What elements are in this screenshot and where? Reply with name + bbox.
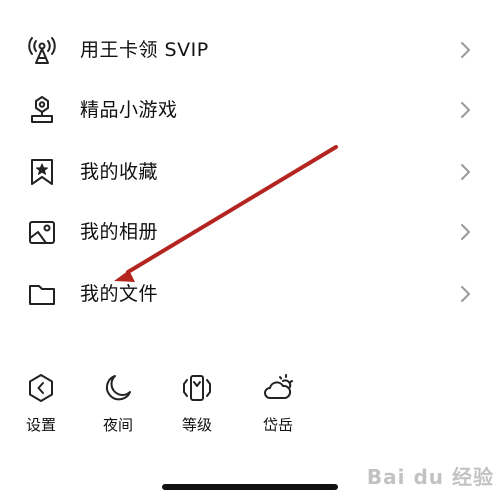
app-screen: 用王卡领 SVIP 精品小游戏 我的收藏 我的相册 我的文件 设置 夜间 等级 …: [0, 0, 500, 500]
game-controller-icon: [31, 96, 53, 123]
chevron-right-icon: [461, 42, 470, 58]
chevron-right-icon: [461, 224, 470, 240]
menu-item-favorites[interactable]: 我的收藏: [0, 146, 500, 198]
bottom-item-label: 等级: [181, 416, 212, 434]
home-indicator[interactable]: [162, 484, 338, 490]
level-phone-icon: [183, 375, 211, 401]
watermark-text: Bai du 经验: [366, 465, 494, 489]
menu-item-label: 我的文件: [80, 283, 159, 305]
menu-item-album[interactable]: 我的相册: [0, 206, 500, 258]
menu-item-my-files[interactable]: 我的文件: [0, 268, 500, 320]
bottom-item-level[interactable]: 等级: [167, 372, 227, 442]
chevron-right-icon: [461, 286, 470, 302]
bottom-item-label: 岱岳: [262, 416, 293, 434]
folder-icon: [29, 285, 55, 305]
weather-cloud-sun-icon: [264, 374, 293, 399]
bottom-item-weather[interactable]: 岱岳: [248, 372, 308, 442]
broadcast-tower-icon: [28, 37, 56, 64]
baidu-jingyan-watermark: Bai du 经验: [367, 461, 494, 490]
bottom-item-label: 夜间: [102, 416, 133, 434]
menu-item-label: 用王卡领 SVIP: [80, 39, 209, 61]
menu-item-wangka-svip[interactable]: 用王卡领 SVIP: [0, 24, 500, 76]
chevron-right-icon: [461, 164, 470, 180]
bottom-item-settings[interactable]: 设置: [11, 372, 71, 442]
moon-icon: [105, 375, 131, 401]
photo-album-icon: [29, 221, 55, 244]
menu-item-label: 我的收藏: [80, 161, 159, 183]
menu-item-label: 我的相册: [80, 221, 159, 243]
settings-hexagon-icon: [29, 374, 53, 402]
bottom-item-night-mode[interactable]: 夜间: [88, 372, 148, 442]
chevron-right-icon: [461, 102, 470, 118]
bookmark-star-icon: [31, 159, 53, 185]
bottom-item-label: 设置: [25, 416, 56, 434]
menu-item-label: 精品小游戏: [80, 99, 178, 121]
menu-item-mini-games[interactable]: 精品小游戏: [0, 84, 500, 136]
